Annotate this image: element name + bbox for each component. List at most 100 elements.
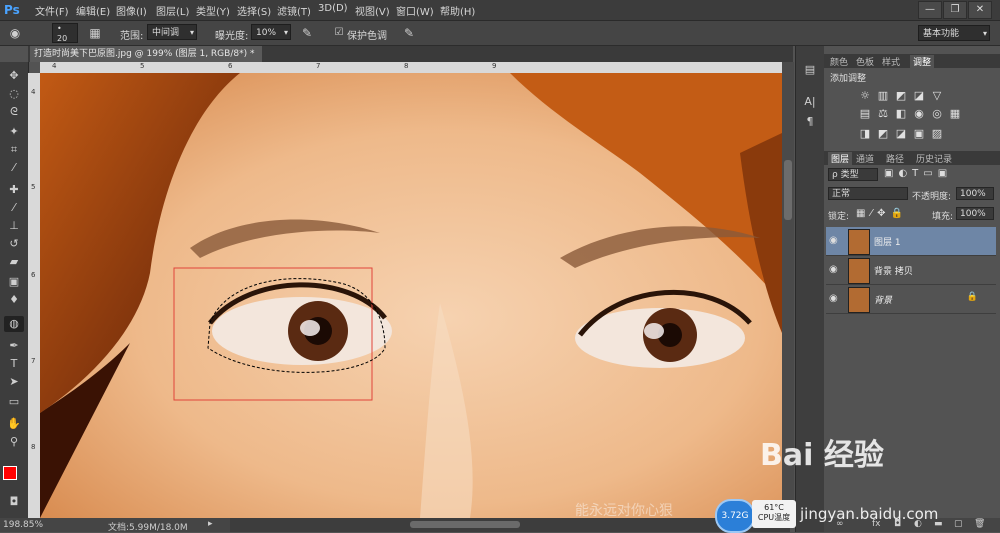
eye-icon[interactable]: ◉ <box>829 264 838 275</box>
healing-brush-tool-icon[interactable]: ✚ <box>4 182 24 198</box>
type-tool-icon[interactable]: T <box>4 356 24 372</box>
vertical-scroll-thumb[interactable] <box>784 160 792 220</box>
workspace-select[interactable]: 基本功能 ▾ <box>918 25 990 41</box>
restore-button[interactable]: ❐ <box>943 1 967 19</box>
color-lookup-icon[interactable]: ▦ <box>948 108 962 120</box>
exposure-field[interactable]: 10% ▾ <box>251 24 291 40</box>
vibrance-icon[interactable]: ▽ <box>930 90 944 102</box>
cpu-monitor-widget[interactable]: 3.72G <box>715 499 755 533</box>
path-selection-tool-icon[interactable]: ➤ <box>4 374 24 390</box>
tab-swatches[interactable]: 色板 <box>856 55 874 68</box>
sponge-tool-icon[interactable]: ◉ <box>6 24 24 42</box>
menu-layer[interactable]: 图层(L) <box>156 3 189 18</box>
brightness-icon[interactable]: ☼ <box>858 90 872 102</box>
brush-panel-icon[interactable]: ▦ <box>86 24 104 42</box>
levels-icon[interactable]: ▥ <box>876 90 890 102</box>
tab-channels[interactable]: 通道 <box>856 152 874 165</box>
status-menu-arrow-icon[interactable]: ▸ <box>208 519 213 529</box>
fill-field[interactable]: 100% <box>956 207 994 220</box>
ruler-tick: 9 <box>492 62 497 70</box>
blur-tool-icon[interactable]: ♦ <box>4 292 24 308</box>
hand-tool-icon[interactable]: ✋ <box>4 416 24 432</box>
zoom-level[interactable]: 198.85% <box>3 520 43 530</box>
tab-history[interactable]: 历史记录 <box>916 152 952 165</box>
black-white-icon[interactable]: ◧ <box>894 108 908 120</box>
lasso-tool-icon[interactable]: ᘓ <box>4 104 24 120</box>
gradient-tool-icon[interactable]: ▣ <box>4 274 24 290</box>
tab-color[interactable]: 颜色 <box>830 55 848 68</box>
tab-styles[interactable]: 样式 <box>882 55 900 68</box>
selective-color-icon[interactable]: ▣ <box>912 128 926 140</box>
history-panel-icon[interactable]: ▤ <box>802 62 818 78</box>
document-canvas[interactable] <box>40 73 782 518</box>
menu-select[interactable]: 选择(S) <box>237 3 271 18</box>
new-layer-icon[interactable]: ▢ <box>954 519 963 529</box>
photo-filter-icon[interactable]: ◉ <box>912 108 926 120</box>
document-tab[interactable]: 打造时尚美下巴原图.jpg @ 199% (图层 1, RGB/8*) * × <box>30 46 262 62</box>
layer-row-1[interactable]: ◉ 图层 1 <box>826 227 996 256</box>
layer-thumbnail <box>848 258 870 284</box>
menu-window[interactable]: 窗口(W) <box>396 3 434 18</box>
eraser-tool-icon[interactable]: ▰ <box>4 254 24 270</box>
menu-view[interactable]: 视图(V) <box>355 3 390 18</box>
layer-filter-icons[interactable]: ▣◐T▭▣ <box>884 168 952 179</box>
trash-icon[interactable]: 🗑 <box>974 519 985 529</box>
tab-layers[interactable]: 图层 <box>828 152 853 165</box>
lock-icons[interactable]: ▦⁄✥🔒 <box>856 208 908 219</box>
menu-file[interactable]: 文件(F) <box>35 3 69 18</box>
zoom-tool-icon[interactable]: ⚲ <box>4 434 24 450</box>
menu-type[interactable]: 类型(Y) <box>196 3 230 18</box>
protect-tones-checkbox[interactable]: ☑ <box>330 24 348 42</box>
menu-3d[interactable]: 3D(D) <box>318 3 348 14</box>
layer-filter-select[interactable]: ρ 类型 <box>828 168 878 181</box>
close-button[interactable]: ✕ <box>968 1 992 19</box>
menu-help[interactable]: 帮助(H) <box>440 3 475 18</box>
character-panel-icon[interactable]: A| <box>802 94 818 110</box>
tab-paths[interactable]: 路径 <box>886 152 904 165</box>
horizontal-scroll-thumb[interactable] <box>410 521 520 528</box>
layer-row-3[interactable]: ◉ 背景 🔒 <box>826 285 996 314</box>
invert-icon[interactable]: ◨ <box>858 128 872 140</box>
move-tool-icon[interactable]: ✥ <box>4 68 24 84</box>
blend-mode-select[interactable]: 正常 <box>828 187 908 200</box>
tab-adjustments[interactable]: 调整 <box>910 55 935 68</box>
sponge-tool-icon[interactable]: ◍ <box>4 316 24 332</box>
eye-icon[interactable]: ◉ <box>829 293 838 304</box>
exposure-icon[interactable]: ◪ <box>912 90 926 102</box>
layer-row-2[interactable]: ◉ 背景 拷贝 <box>826 256 996 285</box>
history-brush-tool-icon[interactable]: ↺ <box>4 236 24 252</box>
gradient-map-icon[interactable]: ▨ <box>930 128 944 140</box>
eye-icon[interactable]: ◉ <box>829 235 838 246</box>
quick-select-tool-icon[interactable]: ✦ <box>4 124 24 140</box>
exposure-value: 10% <box>256 28 277 38</box>
posterize-icon[interactable]: ◩ <box>876 128 890 140</box>
layer-name: 背景 <box>874 296 893 306</box>
airbrush-icon[interactable]: ✎ <box>298 24 316 42</box>
foreground-color-swatch[interactable] <box>3 466 17 480</box>
pressure-icon[interactable]: ✎ <box>400 24 418 42</box>
curves-icon[interactable]: ◩ <box>894 90 908 102</box>
layer-thumbnail <box>848 287 870 313</box>
channel-mixer-icon[interactable]: ◎ <box>930 108 944 120</box>
brush-preset-picker[interactable]: • 20 <box>52 23 78 43</box>
range-select[interactable]: 中间调 ▾ <box>147 24 197 40</box>
marquee-tool-icon[interactable]: ◌ <box>4 86 24 102</box>
eyedropper-tool-icon[interactable]: ⁄ <box>4 160 24 176</box>
minimize-button[interactable]: — <box>918 1 942 19</box>
clone-stamp-tool-icon[interactable]: ⊥ <box>4 218 24 234</box>
brush-tool-icon[interactable]: ⁄ <box>4 200 24 216</box>
menu-image[interactable]: 图像(I) <box>116 3 147 18</box>
ruler-tick: 8 <box>404 62 409 70</box>
rectangle-tool-icon[interactable]: ▭ <box>4 394 24 410</box>
ruler-tick: 6 <box>31 271 36 279</box>
crop-tool-icon[interactable]: ⌗ <box>4 142 24 158</box>
color-balance-icon[interactable]: ⚖ <box>876 108 890 120</box>
quick-mask-icon[interactable]: ◘ <box>4 494 24 510</box>
menu-filter[interactable]: 滤镜(T) <box>277 3 311 18</box>
menu-edit[interactable]: 编辑(E) <box>76 3 110 18</box>
threshold-icon[interactable]: ◪ <box>894 128 908 140</box>
pen-tool-icon[interactable]: ✒ <box>4 338 24 354</box>
paragraph-panel-icon[interactable]: ¶ <box>802 114 818 130</box>
opacity-field[interactable]: 100% <box>956 187 994 200</box>
hue-saturation-icon[interactable]: ▤ <box>858 108 872 120</box>
